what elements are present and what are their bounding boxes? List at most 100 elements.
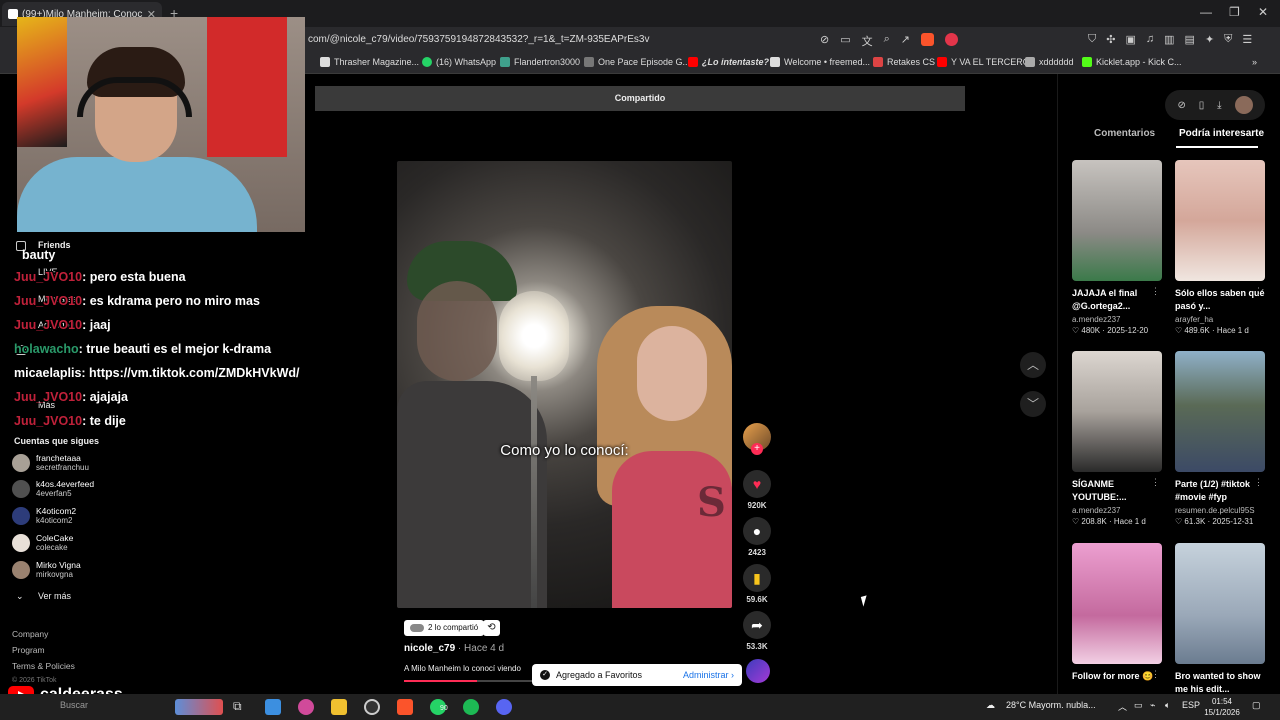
footer-link[interactable]: Program — [12, 645, 45, 655]
next-video-button[interactable]: ﹀ — [1020, 391, 1046, 417]
avatar — [12, 454, 30, 472]
discord-icon[interactable] — [496, 699, 512, 715]
bookmark-label: Retakes CS — [887, 57, 936, 67]
shared-by-pill[interactable]: 2 lo compartió — [404, 620, 485, 636]
translate-icon[interactable]: 文 — [862, 33, 873, 49]
windows-taskbar: Buscar ⧉ 90 ☁ 28°C Mayorm. nubla... ︿ ▭ … — [0, 694, 1280, 720]
brave-shield-icon[interactable] — [921, 33, 935, 46]
comment-button[interactable]: ● 2423 — [738, 517, 776, 557]
more-options-icon[interactable]: ⋮ — [1151, 477, 1160, 488]
shield-icon[interactable]: ⛨ — [1224, 33, 1232, 46]
like-button[interactable]: ♥ 920K — [738, 470, 776, 510]
tab-suggestions[interactable]: Podría interesarte — [1179, 128, 1264, 139]
vpn-icon[interactable]: ⛉ — [1088, 33, 1096, 46]
more-options-icon[interactable]: ⋮ — [1254, 477, 1263, 488]
no-camera-icon[interactable]: ⊘ — [820, 33, 829, 49]
suggested-video-card[interactable]: Parte (1/2) #tiktok #movie #fyp resumen.… — [1175, 351, 1265, 526]
tray-icon[interactable]: ▭ — [1134, 700, 1143, 711]
weather-text[interactable]: 28°C Mayorm. nubla... — [1006, 700, 1096, 710]
spotify-icon[interactable] — [463, 699, 479, 715]
tray-chevron-icon[interactable]: ︿ — [1118, 700, 1127, 713]
see-more-link[interactable]: Ver más — [38, 591, 71, 601]
manage-label: Administrar — [682, 670, 729, 680]
clock[interactable]: 01:54 15/1/2026 — [1200, 696, 1244, 718]
folder-icon[interactable] — [331, 699, 347, 715]
previous-video-button[interactable]: ︿ — [1020, 352, 1046, 378]
avatar[interactable] — [1234, 96, 1253, 114]
brave-rewards-icon[interactable] — [945, 33, 959, 46]
app-icon[interactable] — [298, 699, 314, 715]
suggested-video-card[interactable]: Follow for more 😊 ⋮ — [1072, 543, 1162, 696]
store-icon[interactable] — [265, 699, 281, 715]
bookmark-item[interactable]: ¿Lo intentaste? — [688, 57, 769, 67]
manage-link[interactable]: Administrar › — [683, 670, 734, 680]
repost-icon[interactable]: ⟲ — [483, 620, 500, 636]
follow-plus-icon[interactable]: + — [751, 443, 763, 455]
extensions-icon[interactable]: ✣ — [1106, 33, 1115, 46]
bookmark-item[interactable]: Y VA EL TERCERO — [937, 57, 1030, 67]
restore-icon[interactable]: ❐ — [1229, 5, 1240, 19]
save-button[interactable]: ▮ 59.6K — [738, 564, 776, 604]
suggested-video-card[interactable]: SÍGANME YOUTUBE:... a.mendez237 ♡ 208.8K… — [1072, 351, 1162, 526]
notifications-icon[interactable]: ▢ — [1252, 700, 1261, 711]
suggested-video-card[interactable]: Sólo ellos saben qué pasó y... arayfer_h… — [1175, 160, 1265, 335]
more-options-icon[interactable]: ⋮ — [1151, 286, 1160, 297]
avatar — [12, 561, 30, 579]
video-thumbnail — [1175, 351, 1265, 472]
suggested-video-card[interactable]: JAJAJA el final @G.ortega2... a.mendez23… — [1072, 160, 1162, 335]
footer-link[interactable]: Terms & Policies — [12, 661, 75, 671]
weather-icon[interactable]: ☁ — [986, 700, 995, 711]
creator-avatar-button[interactable]: + — [738, 423, 776, 455]
url-field[interactable]: com/@nicole_c79/video/759375919487284353… — [308, 34, 650, 45]
more-options-icon[interactable]: ⋮ — [1151, 669, 1160, 680]
obs-icon[interactable] — [364, 699, 380, 715]
more-options-icon[interactable]: ⋮ — [1254, 286, 1263, 297]
bookmark-item[interactable]: Welcome • freemed... — [770, 57, 870, 67]
zoom-icon[interactable]: ⌕ — [884, 33, 890, 49]
task-view-icon[interactable]: ⧉ — [233, 699, 249, 715]
compass-icon[interactable]: ⊘ — [1177, 100, 1185, 111]
brave-icon[interactable] — [397, 699, 413, 715]
network-icon[interactable]: ⌁ — [1150, 700, 1155, 711]
footer-link[interactable]: Company — [12, 629, 48, 639]
share-icon[interactable]: ↗ — [901, 33, 910, 49]
bookmark-item[interactable]: One Pace Episode G... — [584, 57, 690, 67]
bookmark-item[interactable]: xdddddd — [1025, 57, 1074, 67]
tab-comments[interactable]: Comentarios — [1094, 128, 1155, 139]
bookmark-item[interactable]: (16) WhatsApp — [422, 57, 496, 67]
whatsapp-icon — [422, 57, 432, 67]
following-title: Cuentas que sigues — [14, 436, 100, 446]
following-item[interactable]: Mirko Vigna mirkovgna — [12, 560, 81, 580]
close-window-icon[interactable]: ✕ — [1258, 5, 1268, 19]
following-item[interactable]: K4oticom2 k4oticom2 — [12, 506, 76, 526]
suggested-video-card[interactable]: Bro wanted to show me his edit... — [1175, 543, 1265, 696]
taskbar-search[interactable]: Buscar — [60, 700, 88, 710]
chat-text: : te dije — [82, 414, 126, 428]
posted-time: · Hace 4 d — [455, 643, 505, 654]
more-bookmarks-icon[interactable]: » — [1252, 57, 1257, 67]
following-item[interactable]: ColeCake colecake — [12, 533, 73, 553]
music-icon[interactable]: ♫ — [1146, 33, 1154, 46]
minimize-icon[interactable]: — — [1200, 5, 1212, 19]
search-highlight-icon[interactable] — [175, 699, 223, 715]
video-player[interactable]: S Como yo lo conocí: — [397, 161, 732, 608]
share-button[interactable]: ➦ 53.3K — [738, 611, 776, 651]
following-item[interactable]: franchetaaa secretfranchuu — [12, 453, 89, 473]
wallet-icon[interactable]: ▤ — [1185, 33, 1195, 46]
download-icon[interactable]: ⤓ — [1217, 100, 1221, 111]
bookmark-item[interactable]: Thrasher Magazine... — [320, 57, 419, 67]
bookmark-item[interactable]: Retakes CS — [873, 57, 935, 67]
volume-icon[interactable]: 🔈︎ — [1165, 700, 1170, 711]
menu-icon[interactable]: ☰ — [1242, 33, 1252, 46]
language-indicator[interactable]: ESP — [1182, 700, 1200, 710]
bookmark-item[interactable]: Kicklet.app - Kick C... — [1082, 57, 1182, 67]
cast-icon[interactable]: ▭ — [840, 33, 850, 49]
sidebar-icon[interactable]: ▥ — [1164, 33, 1174, 46]
screenshot-icon[interactable]: ▣ — [1125, 33, 1135, 46]
leo-ai-icon[interactable]: ✦ — [1205, 33, 1214, 46]
phone-icon[interactable]: ▯ — [1199, 100, 1205, 111]
following-item[interactable]: k4os.4everfeed 4everfan5 — [12, 479, 94, 499]
bookmark-item[interactable]: Flandertron3000 — [500, 57, 580, 67]
creator-line[interactable]: nicole_c79 · Hace 4 d — [404, 643, 504, 654]
music-disc-icon[interactable] — [746, 659, 770, 683]
